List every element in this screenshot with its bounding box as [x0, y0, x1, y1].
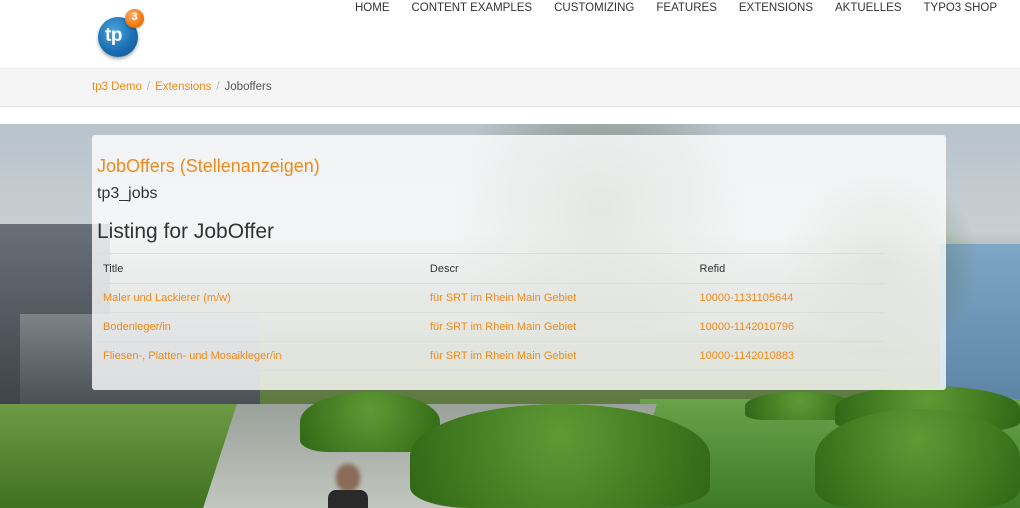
breadcrumb-current: Joboffers [224, 81, 272, 93]
breadcrumb-separator: / [146, 81, 151, 93]
job-title-link[interactable]: Bodenleger/in [97, 312, 424, 342]
hedge [815, 409, 1020, 508]
nav-content-examples[interactable]: CONTENT EXAMPLES [401, 2, 544, 16]
row-spacer [885, 284, 946, 313]
logo-badge-icon: 3 [125, 9, 144, 28]
breadcrumb-bar: tp3 Demo / Extensions / Joboffers [0, 68, 1020, 107]
column-header-refid: Refid [693, 253, 885, 284]
table-row[interactable]: Fliesen-, Platten- und Mosaikleger/in fü… [97, 341, 946, 371]
row-spacer [885, 342, 946, 371]
job-title-link[interactable]: Fliesen-, Platten- und Mosaikleger/in [97, 341, 424, 371]
job-descr-link[interactable]: für SRT im Rhein Main Gebiet [423, 341, 694, 371]
joboffer-table: Title Descr Refid Maler und Lackierer (m… [97, 253, 946, 371]
listing-title: Listing for JobOffer [97, 220, 275, 243]
person-figure [328, 464, 368, 508]
column-header-spacer [885, 254, 946, 284]
table-row[interactable]: Bodenleger/in für SRT im Rhein Main Gebi… [97, 312, 946, 342]
job-descr-link[interactable]: für SRT im Rhein Main Gebiet [423, 312, 694, 342]
breadcrumb-separator: / [216, 81, 220, 93]
content-panel: JobOffers (Stellenanzeigen) tp3_jobs Lis… [92, 135, 946, 390]
row-spacer [885, 313, 946, 342]
nav-extensions[interactable]: EXTENSIONS [728, 2, 824, 16]
hedge [410, 404, 710, 508]
logo-badge-text: 3 [131, 11, 138, 23]
table-row[interactable]: Maler und Lackierer (m/w) für SRT im Rhe… [97, 283, 946, 313]
breadcrumb-link-home[interactable]: tp3 Demo [92, 81, 142, 93]
tp3-logo[interactable]: tp 3 [98, 9, 148, 57]
nav-home[interactable]: HOME [344, 2, 401, 16]
breadcrumb-link-extensions[interactable]: Extensions [155, 81, 211, 93]
table-header-row: Title Descr Refid [97, 253, 946, 284]
main-nav: HOME CONTENT EXAMPLES CUSTOMIZING FEATUR… [344, 2, 1008, 16]
nav-aktuelles[interactable]: AKTUELLES [824, 2, 912, 16]
nav-features[interactable]: FEATURES [645, 2, 728, 16]
job-refid-link[interactable]: 10000-1142010883 [693, 341, 885, 371]
nav-typo3-shop[interactable]: TYPO3 SHOP [913, 2, 1009, 16]
job-title-link[interactable]: Maler und Lackierer (m/w) [97, 283, 424, 313]
extension-title: JobOffers (Stellenanzeigen) [97, 156, 320, 176]
site-header: tp 3 HOME CONTENT EXAMPLES CUSTOMIZING F… [0, 0, 1020, 68]
job-refid-link[interactable]: 10000-1142010796 [693, 312, 885, 342]
job-refid-link[interactable]: 10000-1131105644 [693, 283, 885, 313]
extension-key: tp3_jobs [97, 185, 158, 202]
logo-text: tp [105, 25, 122, 46]
nav-customizing[interactable]: CUSTOMIZING [543, 2, 645, 16]
column-header-title: Title [97, 253, 424, 284]
column-header-descr: Descr [423, 253, 694, 284]
breadcrumb: tp3 Demo / Extensions / Joboffers [92, 81, 272, 93]
job-descr-link[interactable]: für SRT im Rhein Main Gebiet [423, 283, 694, 313]
